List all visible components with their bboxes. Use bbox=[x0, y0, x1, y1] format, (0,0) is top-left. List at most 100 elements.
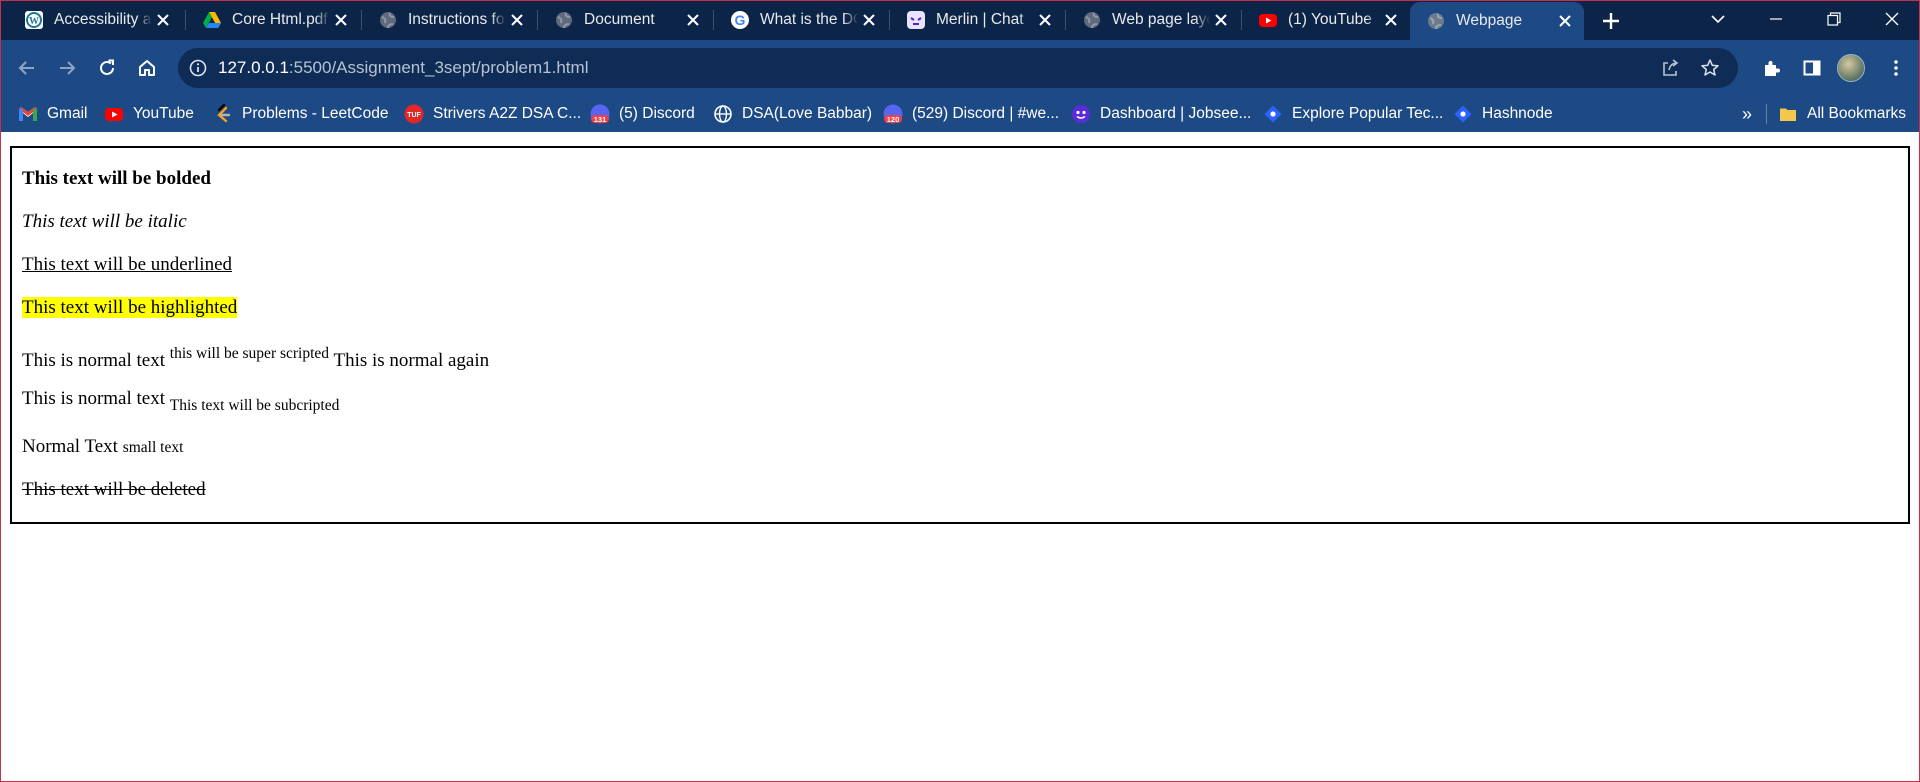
close-icon[interactable] bbox=[1380, 9, 1402, 31]
small-text: small text bbox=[122, 439, 184, 456]
share-icon[interactable] bbox=[1658, 56, 1682, 80]
url-path: :5500/Assignment_3sept/problem1.html bbox=[288, 58, 589, 77]
normal-text: This is normal again bbox=[333, 350, 490, 371]
globe-icon bbox=[554, 10, 574, 30]
home-button[interactable] bbox=[131, 52, 163, 84]
tab-accessibility[interactable]: W Accessibility and bbox=[8, 0, 182, 40]
close-window-button[interactable] bbox=[1868, 0, 1916, 38]
tab-title: Accessibility and bbox=[54, 11, 152, 28]
hashnode-icon bbox=[1453, 104, 1473, 124]
bookmarks-bar: Gmail YouTube Problems - LeetCode TUF St… bbox=[0, 96, 1920, 132]
bookmark-explore-popular[interactable]: Explore Popular Tec... bbox=[1263, 102, 1443, 126]
google-icon: G bbox=[730, 10, 750, 30]
tab-title: Merlin | Chat bbox=[936, 11, 1024, 28]
bookmark-strivers[interactable]: TUF Strivers A2Z DSA C... bbox=[404, 102, 581, 126]
reload-button[interactable] bbox=[91, 52, 123, 84]
bookmark-youtube[interactable]: YouTube bbox=[104, 102, 194, 126]
discord-icon: 120 bbox=[883, 104, 903, 124]
tab-youtube[interactable]: (1) YouTube bbox=[1242, 0, 1410, 40]
globe-icon bbox=[713, 104, 733, 124]
svg-text:G: G bbox=[735, 12, 746, 28]
subscript-text: This text will be subcripted bbox=[169, 397, 340, 414]
tab-webpage[interactable]: Webpage bbox=[1410, 2, 1584, 40]
tab-merlin-chat[interactable]: Merlin | Chat bbox=[890, 0, 1064, 40]
close-icon[interactable] bbox=[152, 9, 174, 31]
diamond-icon bbox=[1263, 104, 1283, 124]
bookmark-label: (529) Discord | #we... bbox=[912, 105, 1060, 122]
site-info-icon[interactable] bbox=[188, 58, 208, 78]
bookmark-leetcode[interactable]: Problems - LeetCode bbox=[213, 102, 388, 126]
close-icon[interactable] bbox=[1034, 9, 1056, 31]
highlighted-text: This text will be highlighted bbox=[22, 297, 238, 318]
bookmark-discord-529[interactable]: 120 (529) Discord | #we... bbox=[883, 102, 1059, 126]
small-text-line: Normal Text small text bbox=[22, 436, 183, 458]
merlin-icon bbox=[906, 10, 926, 30]
content-border-box: This text will be bolded This text will … bbox=[10, 146, 1910, 524]
url-text[interactable]: 127.0.0.1:5500/Assignment_3sept/problem1… bbox=[218, 58, 588, 78]
bold-text: This text will be bolded bbox=[22, 168, 211, 189]
more-bookmarks-label: » bbox=[1742, 103, 1753, 124]
back-button[interactable] bbox=[11, 52, 43, 84]
tab-search-button[interactable] bbox=[1694, 0, 1742, 38]
superscript-text: this will be super scripted bbox=[169, 345, 330, 362]
deleted-text: This text will be deleted bbox=[22, 479, 206, 500]
bookmark-dsa-love-babbar[interactable]: DSA(Love Babbar) bbox=[713, 102, 872, 126]
restore-button[interactable] bbox=[1810, 0, 1858, 38]
bookmark-discord-5[interactable]: 131 (5) Discord bbox=[590, 102, 695, 126]
discord-badge: 131 bbox=[594, 115, 607, 124]
youtube-icon bbox=[104, 104, 124, 124]
tab-strip: W Accessibility and Core Html.pdf Instru… bbox=[0, 0, 1920, 40]
profile-avatar[interactable] bbox=[1837, 54, 1865, 82]
tab-core-html-pdf[interactable]: Core Html.pdf bbox=[186, 0, 360, 40]
underlined-text: This text will be underlined bbox=[22, 254, 233, 275]
italic-text: This text will be italic bbox=[22, 211, 187, 232]
svg-text:W: W bbox=[29, 16, 39, 27]
address-bar[interactable]: 127.0.0.1:5500/Assignment_3sept/problem1… bbox=[178, 48, 1738, 88]
tab-title: Document bbox=[584, 11, 655, 28]
extensions-icon[interactable] bbox=[1756, 52, 1788, 84]
bookmark-label: Problems - LeetCode bbox=[242, 105, 389, 122]
all-bookmarks-button[interactable]: All Bookmarks bbox=[1778, 102, 1906, 126]
tab-title: Webpage bbox=[1456, 12, 1523, 29]
wordpress-icon: W bbox=[24, 10, 44, 30]
bookmark-label: Explore Popular Tec... bbox=[1292, 105, 1444, 122]
minimize-button[interactable] bbox=[1752, 0, 1800, 38]
superscript-line: This is normal text this will be super s… bbox=[22, 345, 489, 372]
tab-title: (1) YouTube bbox=[1288, 11, 1372, 28]
bookmark-hashnode[interactable]: Hashnode bbox=[1453, 102, 1553, 126]
tab-web-page-layout[interactable]: Web page layout bbox=[1066, 0, 1240, 40]
bookmark-gmail[interactable]: Gmail bbox=[18, 102, 87, 126]
browser-toolbar: 127.0.0.1:5500/Assignment_3sept/problem1… bbox=[0, 40, 1920, 96]
folder-icon bbox=[1778, 104, 1798, 124]
close-icon[interactable] bbox=[330, 9, 352, 31]
discord-badge: 120 bbox=[887, 115, 900, 124]
close-icon[interactable] bbox=[1554, 10, 1576, 32]
jobseeker-icon bbox=[1071, 104, 1091, 124]
close-icon[interactable] bbox=[506, 9, 528, 31]
bookmark-star-icon[interactable] bbox=[1698, 56, 1722, 80]
forward-button[interactable] bbox=[51, 52, 83, 84]
page-viewport: This text will be bolded This text will … bbox=[0, 132, 1920, 782]
youtube-icon bbox=[1258, 10, 1278, 30]
tab-instructions[interactable]: Instructions for bbox=[362, 0, 536, 40]
bookmark-label: Hashnode bbox=[1482, 105, 1553, 122]
close-icon[interactable] bbox=[1210, 9, 1232, 31]
normal-text: This is normal text bbox=[22, 388, 166, 409]
tab-title: Instructions for bbox=[408, 11, 506, 28]
svg-text:TUF: TUF bbox=[407, 112, 421, 119]
tab-title: Web page layout bbox=[1112, 11, 1210, 28]
new-tab-button[interactable] bbox=[1596, 6, 1626, 36]
leetcode-icon bbox=[213, 104, 233, 124]
bookmark-label: DSA(Love Babbar) bbox=[742, 105, 873, 122]
close-icon[interactable] bbox=[682, 9, 704, 31]
kebab-menu-icon[interactable] bbox=[1880, 52, 1912, 84]
bookmark-jobseeker[interactable]: Dashboard | Jobsee... bbox=[1071, 102, 1251, 126]
subscript-line: This is normal text This text will be su… bbox=[22, 388, 339, 415]
tab-document[interactable]: Document bbox=[538, 0, 712, 40]
close-icon[interactable] bbox=[858, 9, 880, 31]
more-bookmarks-button[interactable]: » bbox=[1742, 102, 1752, 126]
tab-what-is-the-dom[interactable]: G What is the DOM bbox=[714, 0, 888, 40]
gmail-icon bbox=[18, 104, 38, 124]
side-panel-icon[interactable] bbox=[1796, 52, 1828, 84]
discord-icon: 131 bbox=[590, 104, 610, 124]
